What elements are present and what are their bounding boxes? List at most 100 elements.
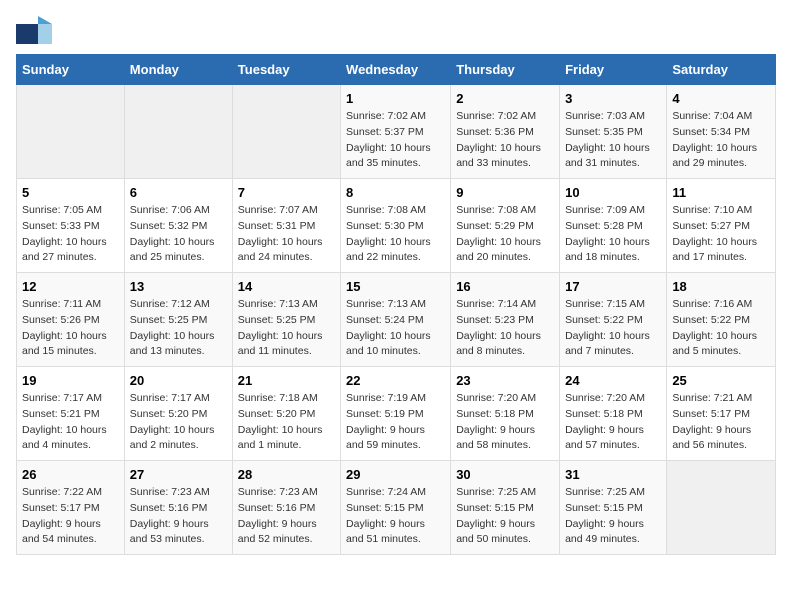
day-number: 29 xyxy=(346,467,445,482)
day-info: Sunrise: 7:08 AMSunset: 5:30 PMDaylight:… xyxy=(346,203,445,266)
calendar-cell: 18 Sunrise: 7:16 AMSunset: 5:22 PMDayligh… xyxy=(667,273,776,367)
day-number: 7 xyxy=(238,185,335,200)
calendar-cell: 9 Sunrise: 7:08 AMSunset: 5:29 PMDaylight… xyxy=(451,179,560,273)
calendar-cell: 27 Sunrise: 7:23 AMSunset: 5:16 PMDayligh… xyxy=(124,461,232,555)
calendar-cell: 1Sunrise: 7:02 AMSunset: 5:37 PMDaylight… xyxy=(341,85,451,179)
calendar-cell: 16Sunrise: 7:14 AMSunset: 5:23 PMDayligh… xyxy=(451,273,560,367)
day-number: 31 xyxy=(565,467,661,482)
day-info: Sunrise: 7:25 AMSunset: 5:15 PMDaylight:… xyxy=(456,485,554,548)
calendar-cell: 20Sunrise: 7:17 AMSunset: 5:20 PMDayligh… xyxy=(124,367,232,461)
calendar-cell: 26Sunrise: 7:22 AMSunset: 5:17 PMDayligh… xyxy=(17,461,125,555)
logo xyxy=(16,16,54,44)
header-row: SundayMondayTuesdayWednesdayThursdayFrid… xyxy=(17,55,776,85)
day-number: 17 xyxy=(565,279,661,294)
header-day: Friday xyxy=(560,55,667,85)
day-info: Sunrise: 7:06 AMSunset: 5:32 PMDaylight:… xyxy=(130,203,227,266)
day-number: 26 xyxy=(22,467,119,482)
calendar-cell: 12 Sunrise: 7:11 AMSunset: 5:26 PMDayligh… xyxy=(17,273,125,367)
calendar-cell: 15Sunrise: 7:13 AMSunset: 5:24 PMDayligh… xyxy=(341,273,451,367)
calendar-cell: 11 Sunrise: 7:10 AMSunset: 5:27 PMDayligh… xyxy=(667,179,776,273)
calendar-week-row: 1Sunrise: 7:02 AMSunset: 5:37 PMDaylight… xyxy=(17,85,776,179)
calendar-week-row: 12 Sunrise: 7:11 AMSunset: 5:26 PMDayligh… xyxy=(17,273,776,367)
day-info: Sunrise: 7:25 AMSunset: 5:15 PMDaylight:… xyxy=(565,485,661,548)
day-info: Sunrise: 7:14 AMSunset: 5:23 PMDaylight:… xyxy=(456,297,554,360)
day-number: 11 xyxy=(672,185,770,200)
day-info: Sunrise: 7:10 AMSunset: 5:27 PMDaylight:… xyxy=(672,203,770,266)
header-day: Tuesday xyxy=(232,55,340,85)
day-info: Sunrise: 7:04 AMSunset: 5:34 PMDaylight:… xyxy=(672,109,770,172)
day-info: Sunrise: 7:03 AMSunset: 5:35 PMDaylight:… xyxy=(565,109,661,172)
calendar-cell: 8Sunrise: 7:08 AMSunset: 5:30 PMDaylight… xyxy=(341,179,451,273)
calendar-cell: 3Sunrise: 7:03 AMSunset: 5:35 PMDaylight… xyxy=(560,85,667,179)
header xyxy=(16,16,776,44)
day-info: Sunrise: 7:20 AMSunset: 5:18 PMDaylight:… xyxy=(565,391,661,454)
logo-icon xyxy=(16,16,52,44)
header-day: Wednesday xyxy=(341,55,451,85)
day-info: Sunrise: 7:02 AMSunset: 5:36 PMDaylight:… xyxy=(456,109,554,172)
day-info: Sunrise: 7:05 AMSunset: 5:33 PMDaylight:… xyxy=(22,203,119,266)
day-number: 18 xyxy=(672,279,770,294)
calendar-cell: 13 Sunrise: 7:12 AMSunset: 5:25 PMDayligh… xyxy=(124,273,232,367)
calendar-week-row: 5 Sunrise: 7:05 AMSunset: 5:33 PMDaylight… xyxy=(17,179,776,273)
day-info: Sunrise: 7:20 AMSunset: 5:18 PMDaylight:… xyxy=(456,391,554,454)
day-number: 22 xyxy=(346,373,445,388)
day-info: Sunrise: 7:13 AMSunset: 5:24 PMDaylight:… xyxy=(346,297,445,360)
day-info: Sunrise: 7:15 AMSunset: 5:22 PMDaylight:… xyxy=(565,297,661,360)
day-number: 9 xyxy=(456,185,554,200)
day-number: 14 xyxy=(238,279,335,294)
calendar-cell: 19 Sunrise: 7:17 AMSunset: 5:21 PMDayligh… xyxy=(17,367,125,461)
day-number: 13 xyxy=(130,279,227,294)
day-info: Sunrise: 7:16 AMSunset: 5:22 PMDaylight:… xyxy=(672,297,770,360)
day-number: 30 xyxy=(456,467,554,482)
calendar-cell: 21 Sunrise: 7:18 AMSunset: 5:20 PMDayligh… xyxy=(232,367,340,461)
calendar-cell xyxy=(124,85,232,179)
calendar-cell: 30 Sunrise: 7:25 AMSunset: 5:15 PMDayligh… xyxy=(451,461,560,555)
day-info: Sunrise: 7:08 AMSunset: 5:29 PMDaylight:… xyxy=(456,203,554,266)
calendar-cell: 17 Sunrise: 7:15 AMSunset: 5:22 PMDayligh… xyxy=(560,273,667,367)
day-info: Sunrise: 7:12 AMSunset: 5:25 PMDaylight:… xyxy=(130,297,227,360)
header-day: Monday xyxy=(124,55,232,85)
day-number: 24 xyxy=(565,373,661,388)
day-number: 19 xyxy=(22,373,119,388)
day-info: Sunrise: 7:17 AMSunset: 5:20 PMDaylight:… xyxy=(130,391,227,454)
day-info: Sunrise: 7:13 AMSunset: 5:25 PMDaylight:… xyxy=(238,297,335,360)
day-number: 4 xyxy=(672,91,770,106)
calendar-cell xyxy=(667,461,776,555)
calendar-header: SundayMondayTuesdayWednesdayThursdayFrid… xyxy=(17,55,776,85)
calendar-body: 1Sunrise: 7:02 AMSunset: 5:37 PMDaylight… xyxy=(17,85,776,555)
day-info: Sunrise: 7:17 AMSunset: 5:21 PMDaylight:… xyxy=(22,391,119,454)
day-number: 10 xyxy=(565,185,661,200)
calendar-cell: 14 Sunrise: 7:13 AMSunset: 5:25 PMDayligh… xyxy=(232,273,340,367)
day-info: Sunrise: 7:11 AMSunset: 5:26 PMDaylight:… xyxy=(22,297,119,360)
day-number: 12 xyxy=(22,279,119,294)
day-info: Sunrise: 7:23 AMSunset: 5:16 PMDaylight:… xyxy=(238,485,335,548)
day-info: Sunrise: 7:19 AMSunset: 5:19 PMDaylight:… xyxy=(346,391,445,454)
calendar-cell: 10 Sunrise: 7:09 AMSunset: 5:28 PMDayligh… xyxy=(560,179,667,273)
calendar-cell: 31 Sunrise: 7:25 AMSunset: 5:15 PMDayligh… xyxy=(560,461,667,555)
day-number: 27 xyxy=(130,467,227,482)
day-info: Sunrise: 7:07 AMSunset: 5:31 PMDaylight:… xyxy=(238,203,335,266)
calendar-cell: 6 Sunrise: 7:06 AMSunset: 5:32 PMDaylight… xyxy=(124,179,232,273)
day-info: Sunrise: 7:21 AMSunset: 5:17 PMDaylight:… xyxy=(672,391,770,454)
calendar-cell xyxy=(232,85,340,179)
day-number: 6 xyxy=(130,185,227,200)
day-number: 21 xyxy=(238,373,335,388)
header-day: Saturday xyxy=(667,55,776,85)
calendar-cell: 29 Sunrise: 7:24 AMSunset: 5:15 PMDayligh… xyxy=(341,461,451,555)
day-number: 2 xyxy=(456,91,554,106)
day-number: 28 xyxy=(238,467,335,482)
calendar-cell xyxy=(17,85,125,179)
day-info: Sunrise: 7:09 AMSunset: 5:28 PMDaylight:… xyxy=(565,203,661,266)
day-info: Sunrise: 7:23 AMSunset: 5:16 PMDaylight:… xyxy=(130,485,227,548)
calendar-cell: 4 Sunrise: 7:04 AMSunset: 5:34 PMDaylight… xyxy=(667,85,776,179)
calendar-cell: 2 Sunrise: 7:02 AMSunset: 5:36 PMDaylight… xyxy=(451,85,560,179)
day-info: Sunrise: 7:24 AMSunset: 5:15 PMDaylight:… xyxy=(346,485,445,548)
day-number: 23 xyxy=(456,373,554,388)
day-info: Sunrise: 7:18 AMSunset: 5:20 PMDaylight:… xyxy=(238,391,335,454)
day-number: 5 xyxy=(22,185,119,200)
calendar-cell: 5 Sunrise: 7:05 AMSunset: 5:33 PMDaylight… xyxy=(17,179,125,273)
calendar-week-row: 19 Sunrise: 7:17 AMSunset: 5:21 PMDayligh… xyxy=(17,367,776,461)
calendar-cell: 25 Sunrise: 7:21 AMSunset: 5:17 PMDayligh… xyxy=(667,367,776,461)
day-info: Sunrise: 7:02 AMSunset: 5:37 PMDaylight:… xyxy=(346,109,445,172)
day-number: 25 xyxy=(672,373,770,388)
